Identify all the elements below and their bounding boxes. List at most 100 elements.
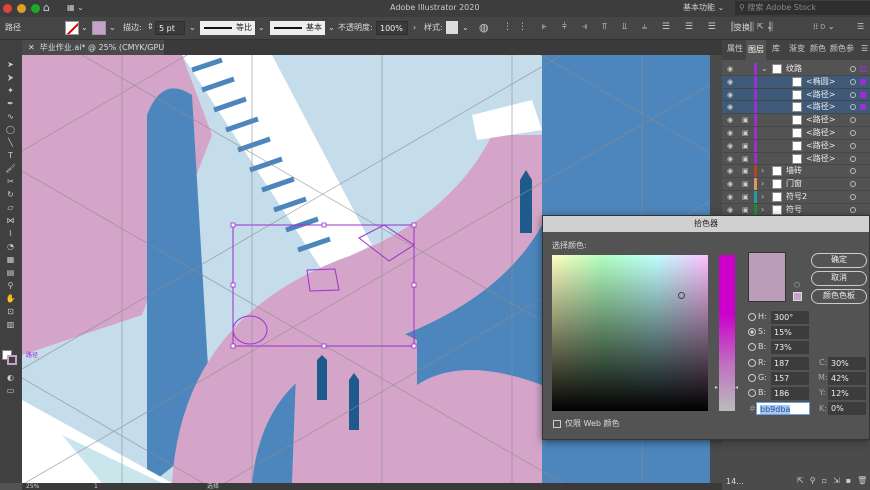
layer-row[interactable]: ◉ ▣ › 符号2: [722, 191, 870, 204]
layer-row[interactable]: ◉ ▣ › 墙砖: [722, 165, 870, 179]
close-tab-icon[interactable]: ✕: [28, 43, 35, 52]
stroke-weight-chevron-icon[interactable]: ⌄: [189, 23, 196, 33]
lock-icon[interactable]: ▣: [742, 178, 749, 190]
saturation-slider[interactable]: ▸ ◂: [715, 255, 738, 411]
layer-row[interactable]: ◉ ⌄ 纹路: [722, 63, 870, 76]
s-radio[interactable]: [748, 328, 756, 336]
visibility-eye-icon[interactable]: ◉: [727, 165, 733, 177]
chart-tool-icon[interactable]: ▥: [4, 320, 17, 330]
stroke-stepper-icon[interactable]: ⇕: [147, 22, 154, 32]
out-of-gamut-icon[interactable]: ⬡: [794, 281, 800, 290]
ok-button[interactable]: 确定: [811, 253, 867, 268]
panel-menu-icon[interactable]: ☰: [857, 22, 864, 32]
chevron-right-icon[interactable]: ›: [761, 204, 764, 216]
variable-width-profile[interactable]: 等比: [200, 21, 255, 35]
target-icon[interactable]: [850, 181, 856, 188]
target-icon[interactable]: [850, 130, 856, 136]
selection-indicator[interactable]: [860, 104, 866, 111]
r-input[interactable]: 187: [771, 357, 809, 370]
zoom-tool-icon[interactable]: ⚲: [4, 281, 17, 291]
tab-color[interactable]: 颜色: [810, 44, 826, 54]
target-icon[interactable]: [850, 66, 856, 72]
stroke-weight-input[interactable]: 5 pt: [155, 21, 185, 35]
opacity-arrow-icon[interactable]: ›: [413, 23, 416, 33]
eyedropper-tool-icon[interactable]: ⌇: [4, 229, 17, 239]
color-swatches-button[interactable]: 颜色色板: [811, 289, 867, 304]
target-icon[interactable]: [850, 78, 856, 85]
chevron-right-icon[interactable]: ›: [761, 191, 764, 203]
gradient-tool-icon[interactable]: ▤: [4, 268, 17, 278]
stroke-dropdown-chevron-icon[interactable]: ⌄: [109, 23, 116, 33]
lock-icon[interactable]: ▣: [742, 204, 749, 216]
lock-icon[interactable]: ▣: [742, 191, 749, 203]
lock-icon[interactable]: ▣: [742, 165, 749, 177]
recolor-artwork-icon[interactable]: ◍: [479, 21, 489, 34]
screen-mode-icon[interactable]: ▭: [4, 386, 17, 396]
curvature-tool-icon[interactable]: ∿: [4, 112, 17, 122]
tab-gradient[interactable]: 渐变: [789, 44, 805, 54]
visibility-eye-icon[interactable]: ◉: [727, 127, 733, 139]
target-icon[interactable]: [850, 91, 856, 98]
slider-handle-left[interactable]: ▸: [715, 384, 718, 392]
hand-tool-icon[interactable]: ✋: [4, 294, 17, 304]
k-input[interactable]: 0%: [828, 402, 866, 415]
lock-icon[interactable]: ▣: [742, 153, 749, 165]
chevron-down-icon[interactable]: ⌄: [761, 63, 768, 75]
visibility-eye-icon[interactable]: ◉: [727, 204, 733, 216]
isolate-icon[interactable]: ⇱ ⌄: [757, 22, 773, 32]
web-safe-color-swatch[interactable]: [793, 292, 802, 301]
close-window-button[interactable]: [3, 4, 12, 13]
line-tool-icon[interactable]: ╲: [4, 138, 17, 148]
layer-row[interactable]: ◉ <路径>: [722, 88, 870, 102]
target-icon[interactable]: [850, 206, 856, 213]
blue-input[interactable]: 186: [771, 387, 809, 400]
target-icon[interactable]: [850, 168, 856, 175]
visibility-eye-icon[interactable]: ◉: [727, 114, 733, 126]
visibility-eye-icon[interactable]: ◉: [727, 76, 733, 88]
profile-chevron-icon[interactable]: ⌄: [258, 23, 265, 33]
g-input[interactable]: 157: [771, 372, 809, 385]
tab-layers[interactable]: 图层: [746, 40, 766, 60]
layer-row[interactable]: ◉ ▣ <路径>: [722, 139, 870, 153]
s-input[interactable]: 15%: [771, 326, 809, 339]
brush-chevron-icon[interactable]: ⌄: [328, 23, 335, 33]
tab-color-guide[interactable]: 颜色参: [830, 44, 854, 54]
visibility-eye-icon[interactable]: ◉: [727, 89, 733, 101]
target-icon[interactable]: [850, 117, 856, 124]
c-input[interactable]: 30%: [828, 357, 866, 370]
arrange-documents-icon[interactable]: ▦ ⌄: [67, 3, 84, 13]
blue-radio[interactable]: [748, 389, 756, 397]
width-tool-icon[interactable]: ⋈: [4, 216, 17, 226]
selection-indicator[interactable]: [860, 91, 866, 98]
chevron-right-icon[interactable]: ›: [761, 165, 764, 177]
opacity-input[interactable]: 100%: [376, 21, 408, 35]
artboard-number[interactable]: 1: [94, 483, 98, 490]
b-input[interactable]: 73%: [771, 341, 809, 354]
visibility-eye-icon[interactable]: ◉: [727, 153, 733, 165]
layer-row[interactable]: ◉ ▣ <路径>: [722, 127, 870, 140]
web-colors-only-checkbox[interactable]: [553, 420, 561, 428]
magic-wand-tool-icon[interactable]: ✦: [4, 86, 17, 96]
h-input[interactable]: 300°: [771, 311, 809, 324]
lock-icon[interactable]: ▣: [742, 114, 749, 126]
tab-properties[interactable]: 属性: [727, 44, 743, 54]
lock-icon[interactable]: ▣: [742, 140, 749, 152]
layer-row[interactable]: ◉ ▣ › 门窗: [722, 178, 870, 191]
stock-search-input[interactable]: ⚲ 搜索 Adobe Stock: [735, 1, 870, 15]
document-tab[interactable]: ✕ 毕业作业.ai* @ 25% (CMYK/GPU 预览): [22, 40, 164, 55]
scissors-tool-icon[interactable]: ✂: [4, 177, 17, 187]
b-radio[interactable]: [748, 343, 756, 351]
target-icon[interactable]: [850, 142, 856, 149]
arrange-icon[interactable]: ⁞⁞ ⫐ ⌄: [813, 22, 835, 32]
tab-libraries[interactable]: 库: [772, 44, 780, 54]
m-input[interactable]: 42%: [828, 372, 866, 385]
layer-actions-icons[interactable]: ⇱⚲▫⇲▪🗑: [797, 476, 870, 486]
lock-icon[interactable]: ▣: [742, 127, 749, 139]
selection-indicator[interactable]: [860, 66, 866, 72]
chevron-right-icon[interactable]: ›: [761, 178, 764, 190]
hex-input[interactable]: bb9dba: [756, 402, 810, 415]
target-icon[interactable]: [850, 155, 856, 162]
visibility-eye-icon[interactable]: ◉: [727, 101, 733, 113]
selection-tool-icon[interactable]: ➤: [4, 60, 17, 70]
color-field[interactable]: [552, 255, 708, 411]
